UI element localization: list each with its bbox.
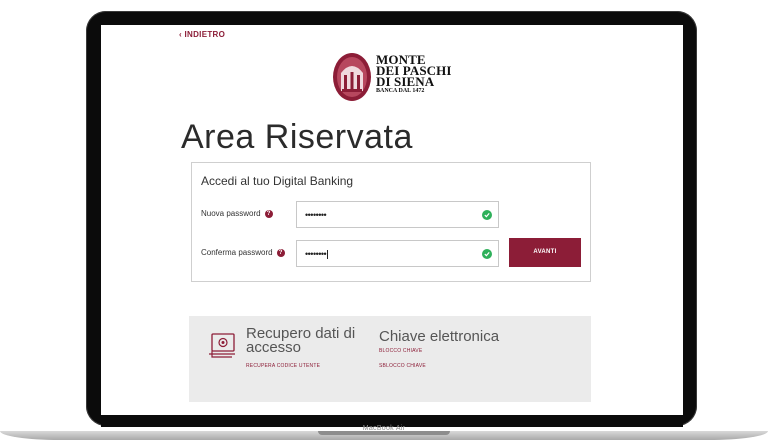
bank-logo: MONTE DEI PASCHI DI SIENA BANCA DAL 1472: [332, 51, 452, 109]
login-heading: Accedi al tuo Digital Banking: [201, 174, 354, 188]
new-password-field[interactable]: ••••••••: [296, 201, 499, 228]
confirm-password-label: Conferma password?: [201, 248, 285, 257]
new-password-value: ••••••••: [305, 210, 327, 220]
recover-user-code-link[interactable]: RECUPERA CODICE UTENTE: [246, 363, 320, 369]
browser-screen: ‹ INDIETRO MONTE DEI PASCHI DI SIENA BAN…: [101, 25, 683, 415]
block-key-link[interactable]: BLOCCO CHIAVE: [379, 348, 422, 354]
recovery-icon[interactable]: [208, 333, 236, 359]
avanti-button[interactable]: AVANTI: [509, 238, 581, 267]
help-icon[interactable]: ?: [264, 209, 273, 218]
help-icon[interactable]: ?: [276, 248, 285, 257]
login-form: Accedi al tuo Digital Banking Nuova pass…: [191, 162, 591, 282]
back-link-label: INDIETRO: [184, 30, 226, 39]
confirm-password-field[interactable]: ••••••••: [296, 240, 499, 267]
seal-icon: [333, 53, 371, 101]
chiave-title: Chiave elettronica: [379, 328, 500, 345]
text-caret: [327, 250, 329, 260]
new-password-label: Nuova password?: [201, 209, 273, 218]
laptop-notch: [318, 431, 450, 435]
help-panel: Recupero dati di accesso RECUPERA CODICE…: [189, 316, 591, 402]
unblock-key-link[interactable]: SBLOCCO CHIAVE: [379, 363, 426, 369]
chevron-left-icon: ‹: [179, 30, 182, 39]
check-icon: [482, 249, 492, 259]
back-link[interactable]: ‹ INDIETRO: [179, 30, 225, 39]
page-title: Area Riservata: [181, 118, 413, 156]
logo-wordmark: MONTE DEI PASCHI DI SIENA BANCA DAL 1472: [376, 52, 452, 94]
confirm-password-value: ••••••••: [305, 249, 329, 260]
recovery-title: Recupero dati di accesso: [246, 325, 356, 356]
check-icon: [482, 210, 492, 220]
